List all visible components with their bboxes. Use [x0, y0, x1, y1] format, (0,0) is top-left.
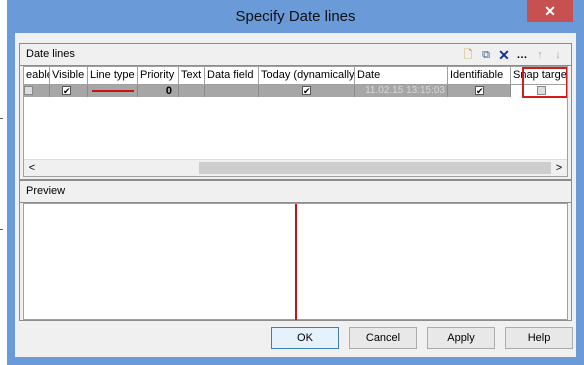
date-lines-title: Date lines: [26, 48, 75, 60]
move-down-icon[interactable]: ↓: [551, 48, 565, 62]
new-icon[interactable]: 🗋: [461, 48, 475, 62]
more-icon[interactable]: …: [515, 48, 529, 62]
background-edge: [0, 118, 3, 119]
help-button[interactable]: Help: [505, 327, 573, 349]
cell-identifiable[interactable]: ✔: [448, 85, 511, 97]
preview-group: Preview: [19, 180, 572, 321]
horizontal-scrollbar[interactable]: < >: [24, 159, 567, 176]
cell-today[interactable]: ✔: [259, 85, 355, 97]
today-checkbox[interactable]: ✔: [302, 86, 311, 96]
ok-button[interactable]: OK: [271, 327, 339, 349]
dialog-window: Specify Date lines ✕ Date lines 🗋 ⧉ ✕ … …: [7, 0, 584, 365]
column-header-identifiable[interactable]: Identifiable: [448, 67, 511, 84]
move-up-icon[interactable]: ↑: [533, 48, 547, 62]
date-lines-header: Date lines 🗋 ⧉ ✕ … ↑ ↓: [20, 44, 571, 66]
cell-visible[interactable]: ✔: [50, 85, 88, 97]
table-row[interactable]: ✔ 0 ✔ 11.02.15 13:15:03 ✔: [24, 85, 567, 97]
cancel-button[interactable]: Cancel: [349, 327, 417, 349]
line-type-swatch: [92, 90, 134, 92]
date-lines-group: Date lines 🗋 ⧉ ✕ … ↑ ↓ eable Visible Lin…: [19, 43, 572, 180]
visible-checkbox[interactable]: ✔: [62, 86, 71, 96]
title-bar[interactable]: Specify Date lines ✕: [7, 0, 584, 33]
scroll-right-icon[interactable]: >: [551, 160, 567, 176]
window-title: Specify Date lines: [235, 8, 356, 25]
date-lines-toolbar: 🗋 ⧉ ✕ … ↑ ↓: [461, 46, 565, 63]
preview-header: Preview: [20, 181, 571, 203]
close-button[interactable]: ✕: [527, 0, 573, 22]
column-header-today[interactable]: Today (dynamically): [259, 67, 355, 84]
cell-data-field[interactable]: [205, 85, 259, 97]
snap-target-highlight: [522, 67, 567, 98]
preview-title: Preview: [26, 185, 66, 197]
copy-icon[interactable]: ⧉: [479, 48, 493, 62]
identifiable-checkbox[interactable]: ✔: [475, 86, 484, 96]
column-header-line-type[interactable]: Line type: [88, 67, 138, 84]
column-header-data-field[interactable]: Data field: [205, 67, 259, 84]
cell-date[interactable]: 11.02.15 13:15:03: [355, 85, 448, 97]
cell-text[interactable]: [179, 85, 205, 97]
dialog-client: Date lines 🗋 ⧉ ✕ … ↑ ↓ eable Visible Lin…: [15, 33, 576, 357]
date-line-preview: [295, 204, 297, 320]
apply-button[interactable]: Apply: [427, 327, 495, 349]
scrollbar-thumb[interactable]: [199, 162, 551, 174]
editable-checkbox[interactable]: [24, 86, 33, 95]
cell-line-type[interactable]: [88, 85, 138, 97]
background-edge: [0, 229, 3, 230]
column-header-text[interactable]: Text: [179, 67, 205, 84]
date-lines-table[interactable]: eable Visible Line type Priority Text Da…: [23, 66, 568, 177]
cell-priority[interactable]: 0: [138, 85, 179, 97]
column-header-editable[interactable]: eable: [24, 67, 50, 84]
scroll-left-icon[interactable]: <: [24, 160, 40, 176]
preview-canvas: [23, 203, 568, 320]
delete-icon[interactable]: ✕: [497, 48, 511, 62]
column-header-visible[interactable]: Visible: [50, 67, 88, 84]
column-header-date[interactable]: Date: [355, 67, 448, 84]
table-header: eable Visible Line type Priority Text Da…: [24, 67, 567, 85]
cell-editable[interactable]: [24, 85, 50, 97]
column-header-priority[interactable]: Priority: [138, 67, 179, 84]
